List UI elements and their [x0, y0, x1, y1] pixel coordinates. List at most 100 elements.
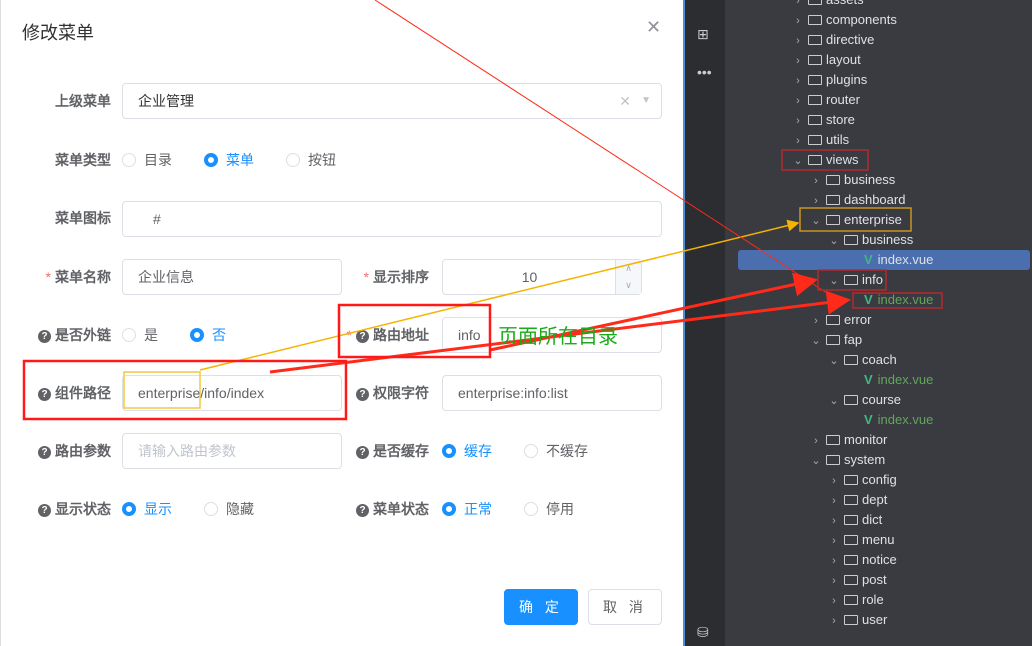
chevron-right-icon[interactable]: ›: [790, 51, 806, 71]
chevron-right-icon[interactable]: ›: [790, 11, 806, 31]
tree-folder[interactable]: › post: [725, 570, 886, 591]
chevron-down-icon[interactable]: ⌄: [826, 231, 842, 251]
tree-item-label: course: [862, 392, 902, 407]
radio-external-yes[interactable]: 是: [122, 317, 158, 353]
perms-input[interactable]: enterprise:info:list: [442, 375, 662, 411]
radio-normal[interactable]: 正常: [442, 491, 492, 527]
tree-folder[interactable]: ⌄ business: [725, 230, 913, 250]
tree-folder[interactable]: › components: [725, 10, 897, 30]
tree-folder[interactable]: › router: [725, 90, 860, 110]
tree-folder[interactable]: › dept: [725, 490, 887, 510]
chevron-down-icon[interactable]: ⌄: [808, 211, 824, 231]
tree-folder[interactable]: ⌄ fap: [725, 330, 862, 350]
menu-name-input[interactable]: 企业信息: [122, 259, 342, 295]
folder-icon: [808, 35, 822, 45]
chevron-right-icon[interactable]: ›: [826, 471, 842, 491]
tree-item-label: index.vue: [877, 372, 934, 387]
tree-folder[interactable]: › monitor: [725, 430, 887, 450]
chevron-right-icon[interactable]: ›: [790, 31, 806, 51]
tree-folder[interactable]: › menu: [725, 530, 894, 551]
chevron-right-icon[interactable]: ›: [808, 431, 824, 451]
folder-icon: [844, 555, 858, 565]
tree-folder[interactable]: › layout: [725, 50, 861, 70]
chevron-right-icon[interactable]: ›: [826, 531, 842, 551]
structure-icon[interactable]: ⊞: [697, 26, 709, 43]
visible-label: ? 显示状态: [1, 491, 111, 527]
radio-external-no[interactable]: 否: [190, 317, 226, 353]
folder-icon: [844, 235, 858, 245]
folder-icon: [808, 75, 822, 85]
tree-folder[interactable]: ⌄ enterprise: [725, 210, 901, 231]
confirm-button[interactable]: 确 定: [504, 589, 578, 625]
tree-folder[interactable]: › config: [725, 470, 897, 490]
chevron-right-icon[interactable]: ›: [826, 611, 842, 631]
chevron-right-icon[interactable]: ›: [790, 111, 806, 131]
chevron-right-icon[interactable]: ›: [808, 311, 824, 331]
tree-folder[interactable]: ⌄ info: [725, 270, 883, 290]
chevron-right-icon[interactable]: ›: [790, 91, 806, 111]
chevron-right-icon[interactable]: ›: [808, 191, 824, 211]
tree-folder[interactable]: › dashboard: [725, 190, 905, 210]
tree-file[interactable]: Vindex.vue: [725, 410, 933, 430]
radio-show[interactable]: 显示: [122, 491, 172, 527]
stepper-arrows[interactable]: ∧ ∨: [615, 260, 641, 294]
tree-folder[interactable]: ⌄ course: [725, 390, 901, 410]
menu-icon-input[interactable]: #: [122, 201, 662, 237]
chevron-right-icon[interactable]: ›: [826, 571, 842, 591]
tree-folder[interactable]: › directive: [725, 30, 874, 50]
tree-folder[interactable]: › store: [725, 110, 855, 130]
tree-folder[interactable]: › user: [725, 610, 887, 630]
cancel-button[interactable]: 取 消: [588, 589, 662, 625]
tree-folder[interactable]: › role: [725, 590, 884, 610]
component-input[interactable]: enterprise/info/index: [122, 375, 342, 411]
chevron-down-icon[interactable]: ⌄: [826, 271, 842, 291]
radio-menu[interactable]: 菜单: [204, 142, 254, 178]
chevron-right-icon[interactable]: ›: [826, 551, 842, 571]
radio-no-cache[interactable]: 不缓存: [524, 433, 588, 469]
chevron-right-icon[interactable]: ›: [790, 71, 806, 91]
tree-folder[interactable]: ⌄ views: [725, 150, 858, 171]
tree-item-label: info: [862, 272, 883, 287]
tree-folder[interactable]: › business: [725, 170, 895, 190]
tree-folder[interactable]: ⌄ system: [725, 450, 885, 470]
tree-file[interactable]: Vindex.vue: [738, 250, 1030, 270]
tree-folder[interactable]: › dict: [725, 510, 882, 530]
tree-folder[interactable]: › utils: [725, 130, 849, 150]
radio-button[interactable]: 按钮: [286, 142, 336, 178]
chevron-down-icon[interactable]: ⌄: [826, 391, 842, 411]
clear-icon[interactable]: ✕: [619, 84, 631, 118]
radio-disabled[interactable]: 停用: [524, 491, 574, 527]
tree-folder[interactable]: ›assets: [725, 0, 864, 10]
chevron-right-icon[interactable]: ›: [826, 511, 842, 531]
more-icon[interactable]: •••: [697, 64, 712, 80]
chevron-down-icon[interactable]: ⌄: [808, 451, 824, 471]
radio-cache[interactable]: 缓存: [442, 433, 492, 469]
chevron-right-icon[interactable]: ›: [826, 491, 842, 511]
tree-folder[interactable]: › plugins: [725, 70, 867, 90]
sort-stepper[interactable]: 10 ∧ ∨: [442, 259, 642, 295]
chevron-right-icon[interactable]: ›: [826, 591, 842, 611]
tree-folder[interactable]: › notice: [725, 550, 897, 570]
close-icon[interactable]: ✕: [646, 17, 661, 38]
tree-folder[interactable]: › error: [725, 310, 871, 330]
chevron-down-icon[interactable]: ⌄: [808, 331, 824, 351]
radio-directory[interactable]: 目录: [122, 142, 172, 178]
parent-menu-select[interactable]: 企业管理 ✕ ▼: [122, 83, 662, 119]
query-input[interactable]: 请输入路由参数: [122, 433, 342, 469]
tree-item-label: fap: [844, 332, 863, 347]
database-icon[interactable]: ⛁: [697, 624, 709, 641]
tree-folder[interactable]: ⌄ coach: [725, 350, 896, 371]
chevron-right-icon[interactable]: ›: [790, 131, 806, 151]
caret-down-icon[interactable]: ▼: [641, 84, 651, 118]
chevron-down-icon[interactable]: ⌄: [826, 351, 842, 371]
folder-icon: [826, 435, 840, 445]
chevron-down-icon[interactable]: ⌄: [790, 151, 806, 171]
cache-label: ? 是否缓存: [319, 433, 429, 469]
radio-hide[interactable]: 隐藏: [204, 491, 254, 527]
tree-file[interactable]: Vindex.vue: [725, 290, 933, 310]
tree-item-label: directive: [826, 32, 875, 47]
chevron-right-icon[interactable]: ›: [808, 171, 824, 191]
tree-file[interactable]: Vindex.vue: [725, 370, 933, 390]
tree-item-label: plugins: [826, 72, 868, 87]
folder-icon: [808, 115, 822, 125]
